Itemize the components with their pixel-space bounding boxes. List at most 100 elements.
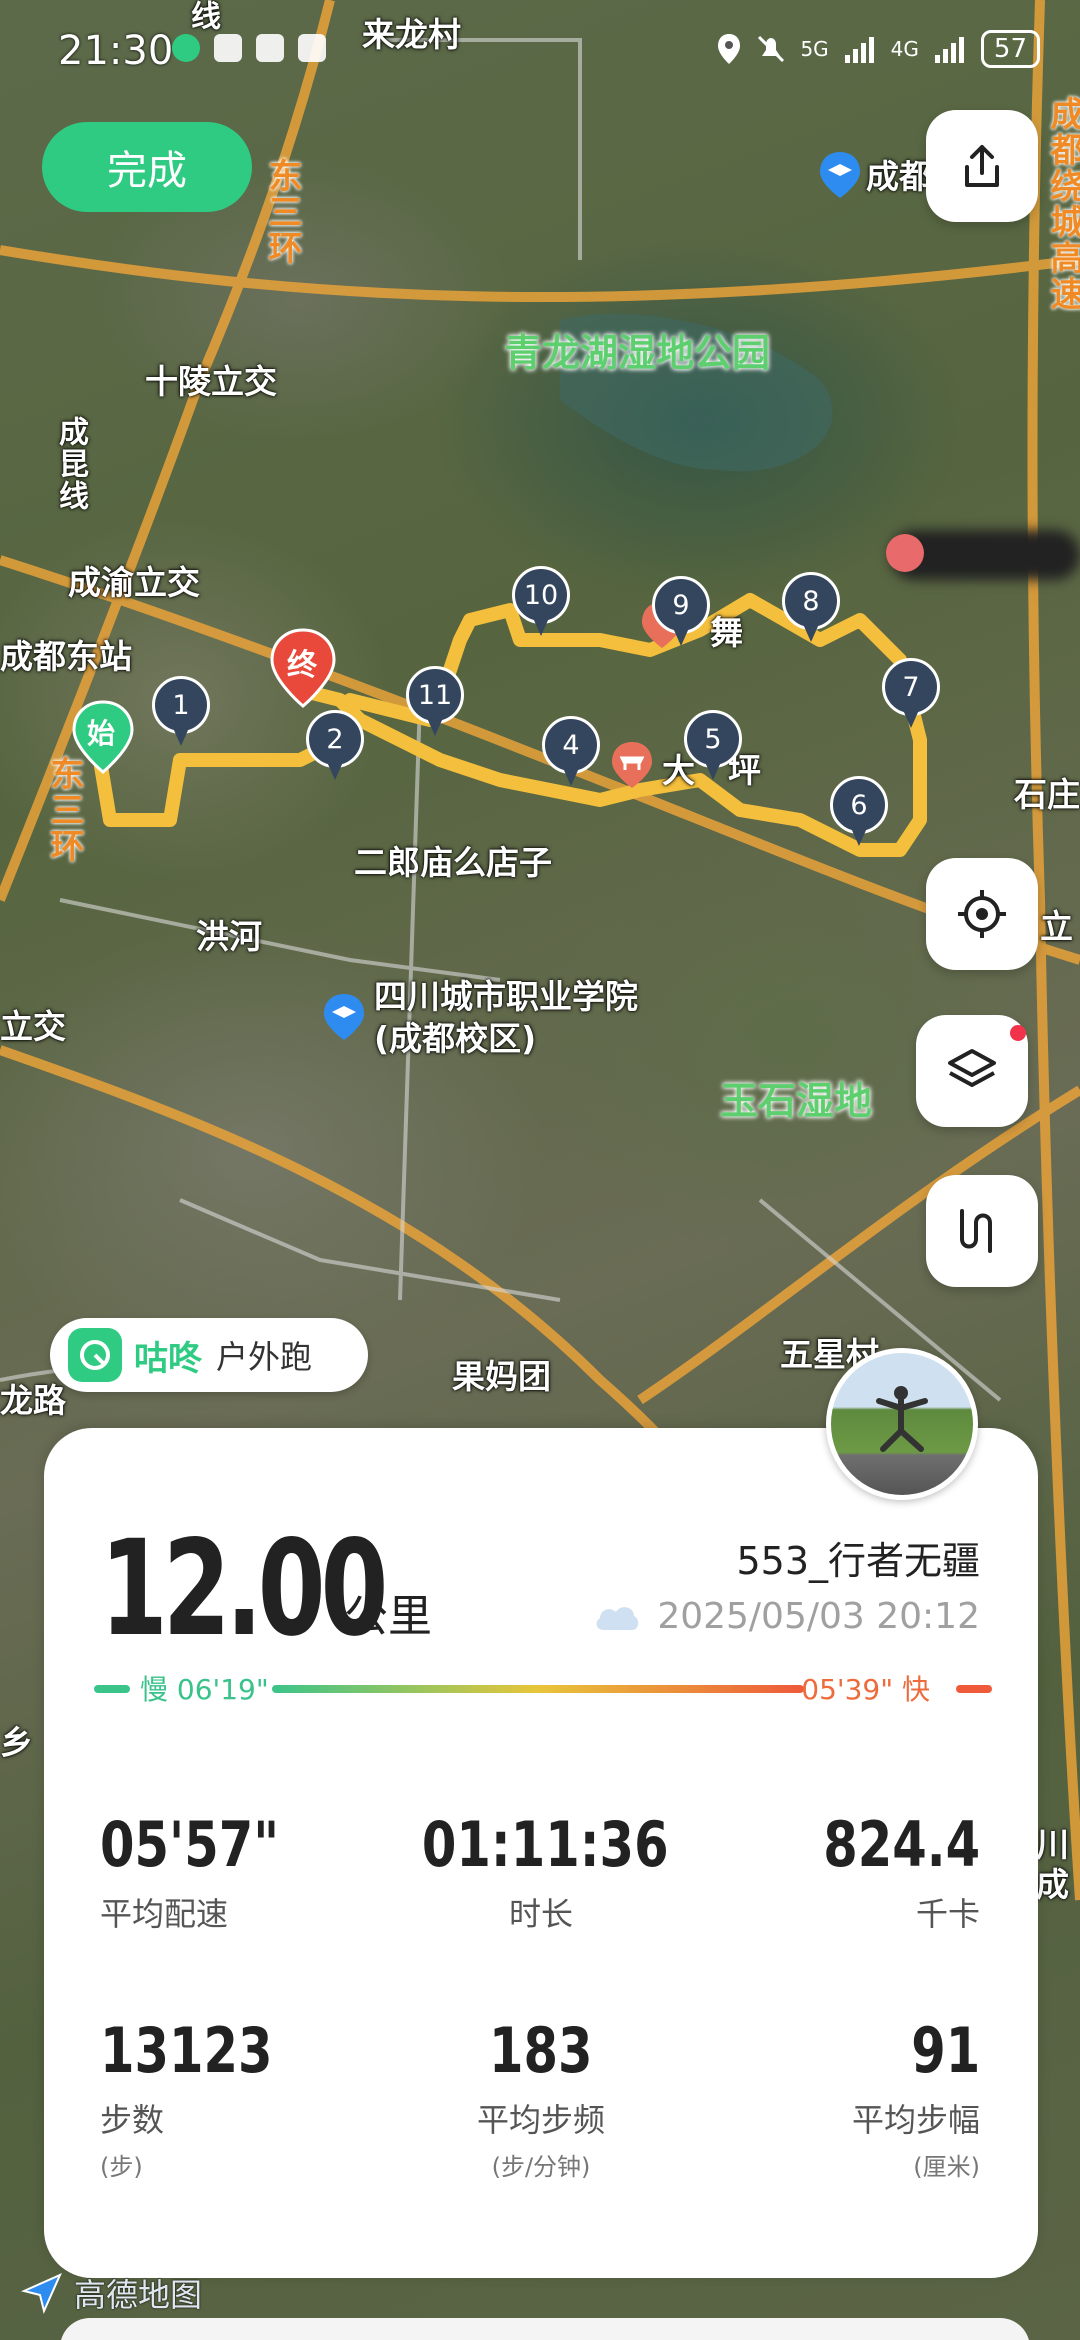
- km-pin[interactable]: 10: [512, 566, 570, 638]
- stat-calories: 824.4 千卡: [680, 1808, 980, 1935]
- km-pin-number: 8: [782, 572, 840, 630]
- bluetooth-icon: [298, 34, 326, 62]
- location-icon: [718, 34, 741, 64]
- status-time: 21:30: [58, 28, 174, 74]
- road-label: 成都绕城高速: [1044, 96, 1080, 312]
- distance-value: 12.00: [100, 1512, 388, 1666]
- km-pin-number: 5: [684, 710, 742, 768]
- km-pin[interactable]: 11: [406, 666, 464, 738]
- km-pin[interactable]: 2: [306, 710, 364, 782]
- share-button[interactable]: [926, 110, 1038, 222]
- battery-indicator: 57: [980, 30, 1040, 68]
- km-pin-number: 9: [652, 576, 710, 634]
- km-pin-number: 4: [542, 716, 600, 774]
- system-icons: 5G 4G 57: [716, 30, 1040, 68]
- km-pin[interactable]: 5: [684, 710, 742, 782]
- stat-label: 步数: [100, 2101, 165, 2139]
- road-label: 东三环: [262, 158, 302, 266]
- stat-value: 183: [489, 2014, 593, 2087]
- distance-unit: 公里: [344, 1591, 432, 1642]
- map-label: 龙路: [0, 1381, 66, 1420]
- map-label: 石庄: [1014, 775, 1080, 814]
- km-pin[interactable]: 9: [652, 576, 710, 648]
- workout-summary-card: 12.00 公里 553_行者无疆 2025/05/03 20:12 慢 06'…: [44, 1428, 1038, 2278]
- network-4g: 4G: [890, 37, 919, 61]
- share-icon: [965, 145, 999, 187]
- stat-stride: 91 平均步幅 (厘米): [680, 2014, 980, 2182]
- user-avatar[interactable]: [826, 1348, 978, 1500]
- signal-icon: [934, 37, 964, 63]
- map-label: 成: [1036, 1865, 1069, 1904]
- app-notification-icon: [172, 34, 200, 62]
- huawei-icon: [214, 34, 242, 62]
- road-label: 成昆线: [53, 416, 88, 512]
- signal-icon: [844, 37, 874, 63]
- poi-marker: [886, 534, 924, 572]
- status-bar: 21:30 5G 4G 57: [0, 0, 1080, 100]
- pace-slow-label: 慢 06'19": [140, 1673, 269, 1706]
- route-curve-icon: [960, 1209, 992, 1253]
- stat-unit: (步): [100, 2153, 143, 2181]
- stat-value: 01:11:36: [421, 1808, 669, 1881]
- activity-type: 户外跑: [216, 1338, 313, 1376]
- map-label: 立交: [0, 1007, 66, 1046]
- amap-logo-icon: [20, 2273, 62, 2315]
- start-marker-label: 始: [87, 717, 116, 750]
- bottom-sheet-handle[interactable]: [60, 2318, 1030, 2340]
- end-marker-label: 终: [287, 648, 317, 683]
- school-poi-icon: [324, 994, 364, 1040]
- km-pin[interactable]: 1: [152, 676, 210, 748]
- map-label: 十陵立交: [145, 362, 277, 401]
- cloud-icon: [596, 1607, 639, 1630]
- brand-name: 咕咚: [134, 1338, 202, 1379]
- stat-label: 平均步幅: [851, 2101, 980, 2139]
- stat-unit: (步/分钟): [491, 2153, 591, 2181]
- stat-label: 平均步频: [476, 2101, 605, 2139]
- stat-duration: 01:11:36 时长: [391, 1808, 691, 1935]
- map-label: 果妈团: [452, 1357, 551, 1396]
- locate-button[interactable]: [926, 858, 1038, 970]
- stat-value: 91: [910, 2014, 980, 2087]
- done-button[interactable]: 完成: [42, 122, 252, 212]
- pace-fast-label: 05'39" 快: [801, 1673, 930, 1706]
- map-label: 舞: [710, 613, 743, 652]
- km-pin-number: 7: [882, 658, 940, 716]
- map-label: 二郎庙么店子: [354, 843, 552, 882]
- temple-poi-icon: [612, 742, 652, 788]
- codoon-logo-icon: [68, 1328, 122, 1382]
- map-label: 立: [1040, 907, 1073, 946]
- stat-value: 824.4: [823, 1808, 980, 1881]
- km-pin[interactable]: 4: [542, 716, 600, 788]
- map-label: 成都东站: [0, 637, 132, 676]
- km-pin-number: 10: [512, 566, 570, 624]
- stat-cadence: 183 平均步频 (步/分钟): [391, 2014, 691, 2182]
- km-pin[interactable]: 7: [882, 658, 940, 730]
- amap-attribution: 高德地图: [20, 2270, 202, 2316]
- km-pin[interactable]: 8: [782, 572, 840, 644]
- map-label: 四川城市职业学院(成都校区): [374, 977, 638, 1058]
- km-pin-number: 6: [830, 776, 888, 834]
- track-playback-button[interactable]: [926, 1175, 1038, 1287]
- map-label: 洪河: [196, 917, 262, 956]
- stat-value: 13123: [100, 2014, 273, 2087]
- map-layers-button[interactable]: [916, 1015, 1028, 1127]
- stat-avg-pace: 05'57" 平均配速: [100, 1808, 400, 1935]
- brand-chip: 咕咚 户外跑: [50, 1318, 368, 1392]
- stat-steps: 13123 步数 (步): [100, 2014, 400, 2182]
- map-label: 成都: [866, 157, 932, 196]
- km-pin-number: 11: [406, 666, 464, 724]
- username: 553_行者无疆: [736, 1539, 980, 1583]
- locate-icon: [958, 890, 1006, 938]
- km-pin[interactable]: 6: [830, 776, 888, 848]
- notification-icons: [172, 34, 326, 62]
- amap-text: 高德地图: [74, 2276, 203, 2314]
- workout-datetime: 2025/05/03 20:12: [657, 1596, 980, 1637]
- mute-icon: [758, 35, 785, 63]
- map-label: 青龙湖湿地公园: [504, 331, 771, 375]
- nfc-icon: [256, 34, 284, 62]
- layers-icon: [948, 1049, 996, 1087]
- stat-value: 05'57": [100, 1808, 280, 1881]
- end-marker[interactable]: 终: [270, 628, 336, 712]
- start-marker[interactable]: 始: [72, 700, 134, 778]
- notification-dot: [1010, 1025, 1026, 1041]
